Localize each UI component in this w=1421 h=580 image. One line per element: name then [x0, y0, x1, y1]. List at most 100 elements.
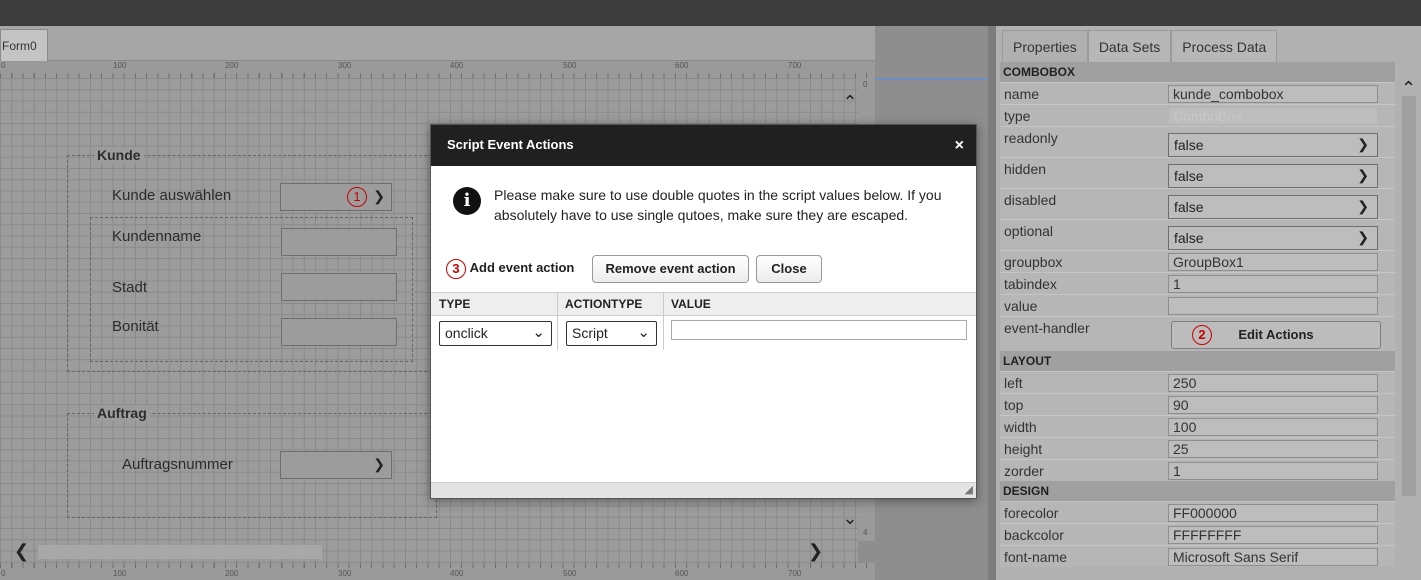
horizontal-ruler-bottom: 0 100 200 300 400 500 600 700: [0, 563, 875, 580]
prop-row-forecolor: forecolor FF000000: [1000, 501, 1395, 523]
prop-disabled-select[interactable]: false ❯: [1168, 195, 1378, 219]
ruler-tick-label: 700: [788, 569, 802, 578]
prop-row-value: value: [1000, 294, 1395, 316]
chevron-down-icon: ⌄: [637, 324, 650, 341]
annotation-marker-2: 2: [1192, 325, 1212, 345]
prop-row-backcolor: backcolor FFFFFFFF: [1000, 523, 1395, 545]
prop-width-input[interactable]: 100: [1168, 418, 1378, 436]
vertical-scrollbar[interactable]: ⌃: [1398, 76, 1421, 580]
bonitaet-input[interactable]: [281, 318, 397, 346]
prop-row-tabindex: tabindex 1: [1000, 272, 1395, 294]
select-value: false: [1174, 168, 1204, 184]
prop-label: hidden: [1004, 161, 1047, 177]
close-button[interactable]: Close: [756, 255, 822, 283]
prop-value-input[interactable]: [1168, 297, 1378, 315]
ruler-tick-label: 400: [450, 61, 464, 70]
chevron-down-icon[interactable]: ⌄: [838, 508, 862, 530]
column-header-type: TYPE: [439, 297, 471, 311]
prop-row-left: left 250: [1000, 371, 1395, 393]
horizontal-scroll-thumb[interactable]: [38, 545, 322, 559]
prop-row-groupbox: groupbox GroupBox1: [1000, 250, 1395, 272]
prop-name-input[interactable]: kunde_combobox: [1168, 85, 1378, 103]
prop-label: tabindex: [1004, 276, 1057, 292]
ruler-tick-label: 100: [113, 61, 127, 70]
label-stadt: Stadt: [112, 279, 148, 296]
designer-gutter: [875, 26, 988, 81]
label-kunde-auswaehlen: Kunde auswählen: [112, 187, 232, 204]
prop-hidden-select[interactable]: false ❯: [1168, 164, 1378, 188]
prop-label: font-name: [1004, 549, 1068, 565]
vertical-scroll-thumb[interactable]: [1402, 96, 1416, 496]
prop-forecolor-input[interactable]: FF000000: [1168, 504, 1378, 522]
prop-label: top: [1004, 397, 1024, 413]
column-header-value: VALUE: [671, 297, 711, 311]
prop-label: forecolor: [1004, 505, 1059, 521]
ruler-tick-label: 300: [338, 569, 352, 578]
prop-row-font-name: font-name Microsoft Sans Serif: [1000, 545, 1395, 567]
add-event-action-button[interactable]: 3 Add event action: [444, 255, 584, 283]
prop-height-input[interactable]: 25: [1168, 440, 1378, 458]
prop-label: disabled: [1004, 192, 1057, 208]
value-input[interactable]: [671, 320, 967, 340]
groupbox-kunde[interactable]: Kunde Kunde auswählen 1 ❯ Kundenname Sta…: [67, 147, 437, 372]
select-value: false: [1174, 199, 1204, 215]
prop-font-name-input[interactable]: Microsoft Sans Serif: [1168, 548, 1378, 566]
label-bonitaet: Bonität: [112, 318, 159, 335]
resize-grip-icon[interactable]: ◢: [965, 483, 973, 496]
column-divider: [663, 293, 664, 317]
tab-form0[interactable]: Form0: [0, 29, 48, 61]
edit-actions-button[interactable]: 2 Edit Actions: [1171, 321, 1381, 349]
chevron-down-icon: ❯: [1357, 198, 1369, 214]
form-tab-strip: Form0: [0, 26, 875, 61]
ruler-tick-label: 700: [788, 61, 802, 70]
select-value: false: [1174, 230, 1204, 246]
remove-event-action-button[interactable]: Remove event action: [592, 255, 749, 283]
chevron-down-icon: ❯: [373, 188, 385, 204]
kunde-combobox[interactable]: 1 ❯: [280, 183, 392, 211]
groupbox-auftrag[interactable]: Auftrag Auftragsnummer ❯: [67, 405, 437, 518]
chevron-left-icon[interactable]: ❮: [14, 541, 29, 562]
chevron-up-icon[interactable]: ⌃: [838, 92, 862, 114]
prop-left-input[interactable]: 250: [1168, 374, 1378, 392]
horizontal-scrollbar[interactable]: ❮ ❯: [0, 541, 858, 563]
stadt-input[interactable]: [281, 273, 397, 301]
type-select[interactable]: onclick ⌄: [439, 321, 552, 346]
select-value: Script: [572, 325, 608, 341]
prop-tabindex-input[interactable]: 1: [1168, 275, 1378, 293]
actiontype-select[interactable]: Script ⌄: [566, 321, 657, 346]
annotation-marker-1: 1: [347, 187, 367, 207]
groupbox-kunde-details[interactable]: Kundenname Stadt Bonität: [90, 217, 413, 362]
prop-label: groupbox: [1004, 254, 1063, 270]
close-icon[interactable]: ×: [955, 137, 964, 155]
auftragsnummer-combobox[interactable]: ❯: [280, 451, 392, 479]
prop-row-name: name kunde_combobox: [1000, 82, 1395, 104]
panel-splitter[interactable]: [988, 26, 996, 580]
prop-row-width: width 100: [1000, 415, 1395, 437]
tab-data-sets[interactable]: Data Sets: [1087, 30, 1172, 64]
table-row: onclick ⌄ Script ⌄: [431, 316, 976, 350]
dialog-title: Script Event Actions: [447, 137, 574, 152]
kundenname-input[interactable]: [281, 228, 397, 256]
prop-label: height: [1004, 441, 1043, 457]
prop-zorder-input[interactable]: 1: [1168, 462, 1378, 480]
groupbox-kunde-title: Kunde: [94, 147, 144, 163]
dialog-footer: ◢: [431, 482, 976, 498]
tab-properties[interactable]: Properties: [1002, 30, 1088, 64]
prop-label: type: [1004, 108, 1031, 124]
column-header-actiontype: ACTIONTYPE: [565, 297, 643, 311]
prop-backcolor-input[interactable]: FFFFFFFF: [1168, 526, 1378, 544]
horizontal-ruler-top: 0 100 200 300 400 500 600 700: [0, 61, 875, 78]
chevron-right-icon[interactable]: ❯: [808, 541, 823, 562]
prop-row-hidden: hidden false ❯: [1000, 157, 1395, 188]
groupbox-auftrag-title: Auftrag: [94, 405, 150, 421]
tab-process-data[interactable]: Process Data: [1171, 30, 1278, 64]
prop-label: backcolor: [1004, 527, 1064, 543]
prop-optional-select[interactable]: false ❯: [1168, 226, 1378, 250]
prop-top-input[interactable]: 90: [1168, 396, 1378, 414]
ruler-tick-label: 200: [225, 569, 239, 578]
prop-row-zorder: zorder 1: [1000, 459, 1395, 481]
prop-readonly-select[interactable]: false ❯: [1168, 133, 1378, 157]
prop-groupbox-input[interactable]: GroupBox1: [1168, 253, 1378, 271]
prop-row-optional: optional false ❯: [1000, 219, 1395, 250]
chevron-down-icon: ❯: [1357, 136, 1369, 152]
